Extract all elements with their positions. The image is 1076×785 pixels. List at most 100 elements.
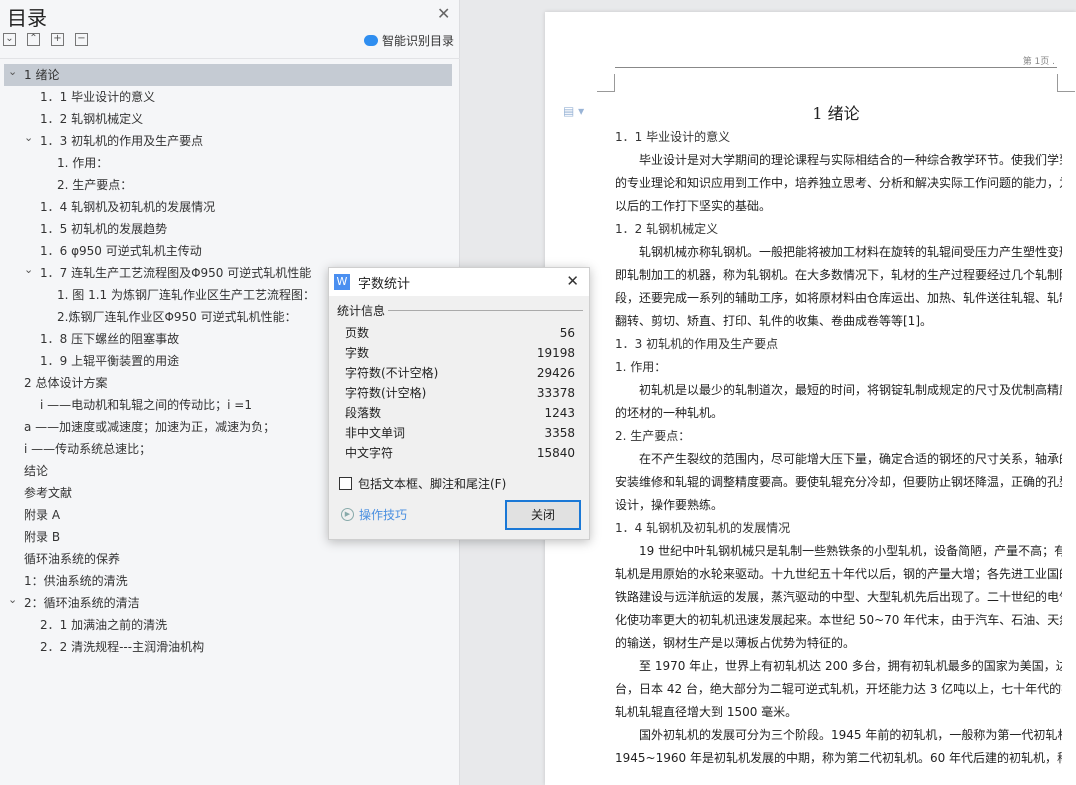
stat-label: 中文字符	[345, 446, 394, 460]
toc-item[interactable]: 1．6 φ950 可逆式轧机主传动	[0, 240, 452, 262]
stat-row: 非中文单词 3358	[345, 423, 575, 443]
paragraph-line: 初轧机是以最少的轧制道次，最短的时间，将钢锭轧制成规定的尺寸及优制高精度	[639, 383, 1062, 397]
section-heading: 2. 生产要点：	[615, 429, 691, 443]
collapse-all-icon[interactable]: ⌃	[27, 33, 40, 46]
toc-item-label: i ——传动系统总速比；	[24, 442, 152, 456]
toc-item[interactable]: 2. 生产要点：	[0, 174, 452, 196]
toc-item[interactable]: 2．2 清洗规程---主润滑油机构	[0, 636, 452, 658]
paragraph-line: 安装维修和轧辊的调整精度要高。要使轧辊充分冷却，但要防止钢坯降温，正确的孔型	[615, 475, 1062, 489]
toc-item[interactable]: 循环油系统的保养	[0, 548, 452, 570]
stat-label: 页数	[345, 326, 370, 340]
stat-label: 字符数(计空格)	[345, 386, 427, 400]
smart-toc-button[interactable]: 智能识别目录	[364, 32, 454, 49]
toc-item-label: 2.炼钢厂连轧作业区Φ950 可逆式轧机性能：	[57, 310, 297, 324]
toc-item-label: i ——电动机和轧辊之间的传动比；i =1	[40, 398, 252, 412]
toc-item-label: 2．1 加满油之前的清洗	[40, 618, 168, 632]
stat-value: 56	[559, 326, 575, 340]
wps-logo-icon: W	[334, 274, 350, 290]
section-heading: 1. 作用：	[615, 360, 667, 374]
expand-all-icon[interactable]: ⌄	[3, 33, 16, 46]
chevron-down-icon[interactable]: ⌄	[8, 61, 17, 83]
tips-link[interactable]: ▶ 操作技巧	[341, 506, 407, 523]
margin-corner	[1057, 74, 1075, 92]
toc-item[interactable]: 1：供油系统的清洗	[0, 570, 452, 592]
paragraph-line: 1945~1960 年是初轧机发展的中期，称为第二代初轧机。60 年代后建的初轧…	[615, 751, 1062, 765]
dialog-titlebar[interactable]: W 字数统计	[329, 268, 589, 296]
document-page: 第 1页 . ▤ ▾ 1 绪论 1．1 毕业设计的意义 毕业设计是对大学期间的理论…	[545, 12, 1076, 785]
paragraph-line: 以后的工作打下坚实的基础。	[615, 199, 772, 213]
toc-item[interactable]: 2．1 加满油之前的清洗	[0, 614, 452, 636]
toc-item-label: 1. 作用：	[57, 156, 109, 170]
section-heading: 1．1 毕业设计的意义	[615, 130, 731, 144]
toc-item-label: 1 绪论	[24, 68, 60, 82]
toc-item-label: 1．5 初轧机的发展趋势	[40, 222, 168, 236]
stat-value: 33378	[536, 386, 575, 400]
toc-item[interactable]: 1. 作用：	[0, 152, 452, 174]
stat-label: 段落数	[345, 406, 382, 420]
toc-item-label: 1．7 连轧生产工艺流程图及Φ950 可逆式轧机性能	[40, 266, 312, 280]
stats-group: 统计信息	[337, 302, 583, 319]
toc-item-label: a ——加速度或减速度；加速为正，减速为负；	[24, 420, 276, 434]
stat-label: 字符数(不计空格)	[345, 366, 439, 380]
toc-item[interactable]: ⌄ 1 绪论	[4, 64, 452, 86]
paragraph-line: 19 世纪中叶轧钢机械只是轧制一些熟铁条的小型轧机，设备简陋，产量不高；有的	[639, 544, 1062, 558]
chevron-down-icon[interactable]: ⌄	[8, 589, 17, 611]
word-count-dialog: W 字数统计 ✕ 统计信息 页数 56 字数 19198 字符数(不计空格) 29426 字符…	[328, 267, 590, 540]
play-icon: ▶	[341, 508, 354, 521]
toc-item[interactable]: ⌄ 2：循环油系统的清洁	[0, 592, 452, 614]
paragraph-line: 铁路建设与远洋航运的发展，蒸汽驱动的中型、大型轧机先后出现了。二十世纪的电气	[615, 590, 1062, 604]
toc-item-label: 1．8 压下螺丝的阻塞事故	[40, 332, 180, 346]
stat-value: 29426	[536, 366, 575, 380]
paragraph-line: 的输送，钢材生产是以薄板占优势为特征的。	[615, 636, 856, 650]
add-level-icon[interactable]: +	[51, 33, 64, 46]
tips-label: 操作技巧	[359, 508, 408, 522]
chevron-down-icon[interactable]: ⌄	[24, 259, 33, 281]
stat-value: 19198	[536, 346, 575, 360]
toc-item-label: 2 总体设计方案	[24, 376, 108, 390]
header-line	[615, 67, 1057, 68]
toc-item[interactable]: 1．5 初轧机的发展趋势	[0, 218, 452, 240]
remove-level-icon[interactable]: −	[75, 33, 88, 46]
stat-row: 页数 56	[345, 323, 575, 343]
checkbox-box[interactable]	[339, 477, 352, 490]
toc-item[interactable]: 1．4 轧钢机及初轧机的发展情况	[0, 196, 452, 218]
stat-row: 字符数(不计空格) 29426	[345, 363, 575, 383]
chevron-down-icon[interactable]: ⌄	[24, 127, 33, 149]
toc-item-label: 1．6 φ950 可逆式轧机主传动	[40, 244, 202, 258]
toc-item-label: 参考文献	[24, 486, 73, 500]
toc-item-label: 结论	[24, 464, 49, 478]
stat-value: 1243	[544, 406, 575, 420]
toc-item[interactable]: ⌄ 1．3 初轧机的作用及生产要点	[0, 130, 452, 152]
toc-item-label: 1．9 上辊平衡装置的用途	[40, 354, 180, 368]
toc-item-label: 2．2 清洗规程---主润滑油机构	[40, 640, 205, 654]
toc-item-label: 循环油系统的保养	[24, 552, 121, 566]
include-textbox-checkbox[interactable]: 包括文本框、脚注和尾注(F)	[339, 475, 506, 492]
paragraph-line: 在不产生裂纹的范围内，尽可能增大压下量，确定合适的钢坯的尺寸关系，轴承的	[639, 452, 1062, 466]
close-button[interactable]: 关闭	[505, 500, 581, 530]
toc-item-label: 1：供油系统的清洗	[24, 574, 128, 588]
panel-title: 目录	[7, 6, 47, 30]
stat-label: 非中文单词	[345, 426, 406, 440]
margin-corner	[597, 74, 615, 92]
paragraph-line: 轧机轧辊直径增大到 1500 毫米。	[615, 705, 798, 719]
section-heading: 1．3 初轧机的作用及生产要点	[615, 337, 779, 351]
toc-item-label: 2：循环油系统的清洁	[24, 596, 140, 610]
section-heading: 1．4 轧钢机及初轧机的发展情况	[615, 521, 791, 535]
stats-list: 页数 56 字数 19198 字符数(不计空格) 29426 字符数(计空格) 33378 段落…	[345, 323, 575, 463]
stat-value: 3358	[544, 426, 575, 440]
stat-label: 字数	[345, 346, 370, 360]
close-icon[interactable]: ✕	[437, 4, 450, 23]
toc-item[interactable]: 1．2 轧钢机械定义	[0, 108, 452, 130]
toc-item-label: 1．1 毕业设计的意义	[40, 90, 156, 104]
stat-row: 段落数 1243	[345, 403, 575, 423]
chapter-title: 1 绪论	[812, 104, 860, 123]
group-label: 统计信息	[337, 304, 386, 318]
close-icon[interactable]: ✕	[566, 272, 579, 290]
checkbox-label: 包括文本框、脚注和尾注(F)	[358, 477, 507, 491]
document-icon[interactable]: ▤ ▾	[563, 104, 584, 118]
paragraph-line: 段，还要完成一系列的辅助工序，如将原材料由仓库运出、加热、轧件送往轧辊、轧制、	[615, 291, 1062, 305]
toc-item-label: 1．2 轧钢机械定义	[40, 112, 144, 126]
paragraph-line: 毕业设计是对大学期间的理论课程与实际相结合的一种综合教学环节。使我们学到	[639, 153, 1062, 167]
toc-item[interactable]: 1．1 毕业设计的意义	[0, 86, 452, 108]
toc-item-label: 1．4 轧钢机及初轧机的发展情况	[40, 200, 216, 214]
